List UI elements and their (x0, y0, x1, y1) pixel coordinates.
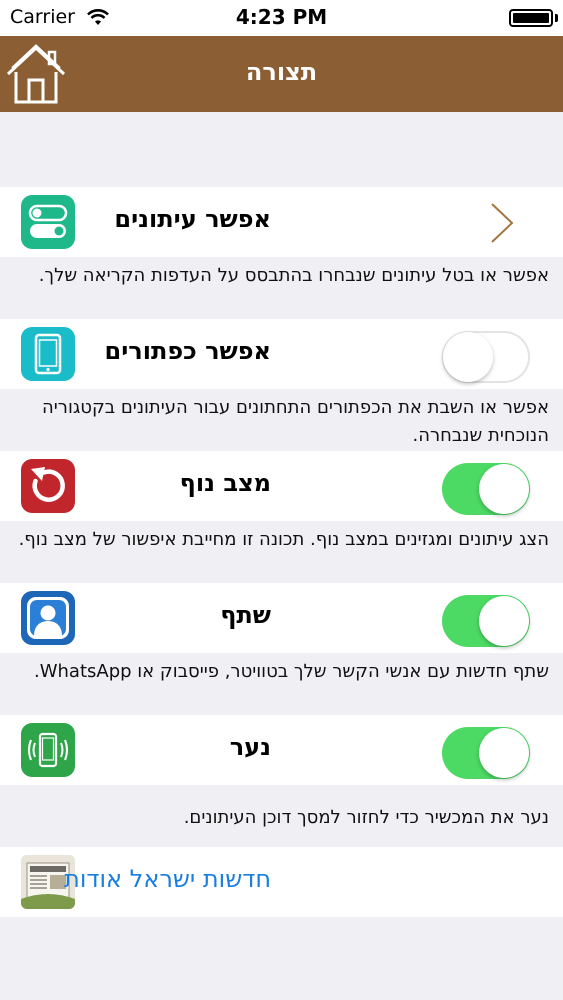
toggle-knob (479, 728, 529, 778)
settings-row-share: שתף (0, 583, 563, 653)
shake-phone-icon (21, 723, 75, 777)
contact-icon (21, 591, 75, 645)
switches-icon (21, 195, 75, 249)
toggle-knob (443, 332, 493, 382)
settings-row-landscape: מצב נוף (0, 451, 563, 521)
toggle-knob (479, 596, 529, 646)
setting-description: נער את המכשיר כדי לחזור למסך דוכן העיתונ… (183, 807, 549, 828)
share-toggle[interactable] (442, 595, 530, 647)
rotate-icon (21, 459, 75, 513)
status-bar: Carrier 4:23 PM (0, 0, 563, 36)
settings-row-shake: נער (0, 715, 563, 785)
toggle-knob (479, 464, 529, 514)
tablet-icon (21, 327, 75, 381)
battery-icon (509, 9, 553, 27)
landscape-mode-toggle[interactable] (442, 463, 530, 515)
setting-description: אפשר או בטל עיתונים שנבחרו בהתבסס על העד… (38, 265, 549, 286)
setting-label: אפשר כפתורים (104, 337, 272, 365)
setting-label: שתף (220, 601, 271, 629)
setting-label: מצב נוף (179, 469, 271, 497)
battery-tip (555, 14, 558, 22)
setting-label: אפשר עיתונים (114, 205, 271, 233)
status-time: 4:23 PM (235, 5, 328, 29)
setting-description: אפשר או השבת את הכפתורים התחתונים עבור ה… (42, 397, 549, 446)
enable-buttons-toggle[interactable] (442, 331, 530, 383)
setting-description: הצג עיתונים ומגזינים במצב נוף. תכונה זו … (18, 529, 549, 550)
page-title: תצורה (245, 58, 318, 86)
about-link[interactable]: חדשות ישראל אודות (64, 865, 271, 893)
navigation-bar: תצורה (0, 36, 563, 112)
about-row[interactable]: חדשות ישראל אודות (0, 847, 563, 917)
shake-toggle[interactable] (442, 727, 530, 779)
chevron-left-icon[interactable] (488, 201, 516, 245)
setting-label: נער (229, 733, 271, 761)
settings-row-newspapers[interactable]: אפשר עיתונים (0, 187, 563, 257)
settings-row-buttons: אפשר כפתורים (0, 319, 563, 389)
setting-description: שתף חדשות עם אנשי הקשר שלך בטוויטר, פייס… (33, 661, 549, 682)
